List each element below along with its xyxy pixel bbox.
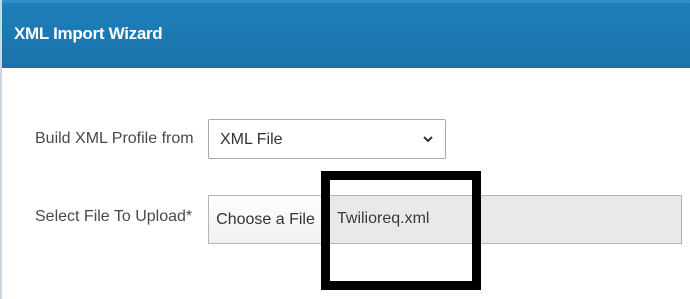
profile-source-value: XML File — [220, 131, 283, 148]
annotation-highlight-box — [321, 171, 481, 290]
profile-source-label: Build XML Profile from — [35, 130, 194, 147]
wizard-title: XML Import Wizard — [14, 24, 163, 43]
choose-file-button[interactable]: Choose a File — [209, 196, 323, 243]
xml-import-wizard: XML Import Wizard Build XML Profile from… — [0, 0, 690, 299]
wizard-titlebar: XML Import Wizard — [2, 0, 690, 68]
upload-file-label: Select File To Upload* — [35, 208, 193, 225]
chevron-down-icon — [423, 136, 433, 143]
profile-source-select[interactable]: XML File — [208, 119, 446, 159]
